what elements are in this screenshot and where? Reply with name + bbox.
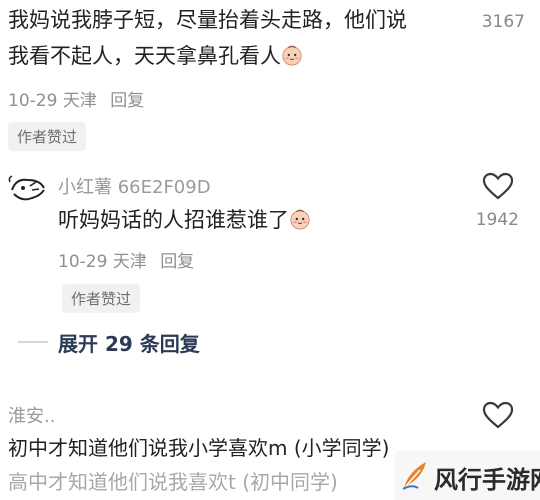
comment-1-line-1: 我妈说我脖子短，尽量抬着头走路，他们说 <box>8 8 407 32</box>
heart-outline-icon <box>482 172 514 200</box>
comment-1-like-count: 3167 <box>481 12 525 32</box>
feather-logo-icon <box>402 462 426 490</box>
comment-1-location: 天津 <box>62 91 97 111</box>
reply-like-button[interactable] <box>481 171 515 201</box>
watermark-text: 风行手游网 <box>434 466 540 494</box>
comment-1-date: 10-29 <box>8 91 58 111</box>
heart-outline-icon <box>482 401 514 429</box>
expand-replies-button[interactable]: 展开 29 条回复 <box>58 328 200 357</box>
comment-3-username[interactable]: 淮安.. <box>8 402 55 428</box>
comment-1-author-liked-badge: 作者赞过 <box>8 122 87 151</box>
reply-reply-button[interactable]: 回复 <box>160 252 194 272</box>
reply-date: 10-29 <box>58 252 108 272</box>
comment-1-meta: 10-29 天津 回复 <box>8 86 144 111</box>
expand-divider <box>18 341 48 343</box>
sketch-avatar-icon <box>8 175 45 201</box>
reply-username[interactable]: 小红薯 66E2F09D <box>58 173 211 199</box>
blush-face-icon <box>290 209 310 230</box>
comment-3-like-button[interactable] <box>481 400 515 430</box>
comment-1-line-2: 我看不起人，天天拿鼻孔看人 <box>8 40 303 72</box>
reply-avatar[interactable] <box>6 168 50 212</box>
watermark: 风行手游网 <box>394 450 540 500</box>
reply-meta: 10-29 天津 回复 <box>58 247 194 272</box>
reply-text: 听妈妈话的人招谁惹谁了 <box>58 204 311 236</box>
reply-author-liked-badge: 作者赞过 <box>62 284 141 313</box>
reply-like-count: 1942 <box>475 210 519 230</box>
reply-location: 天津 <box>112 252 147 272</box>
comment-3-line-1: 初中才知道他们说我小学喜欢m (小学同学) <box>8 436 390 460</box>
comment-3-line-2: 高中才知道他们说我喜欢t (初中同学) <box>8 470 338 494</box>
comment-1-reply-button[interactable]: 回复 <box>110 91 144 111</box>
blush-face-icon <box>282 45 302 66</box>
